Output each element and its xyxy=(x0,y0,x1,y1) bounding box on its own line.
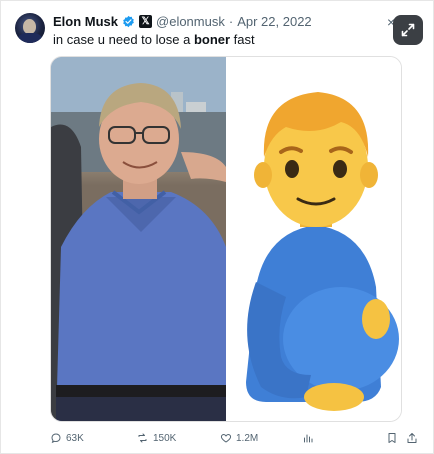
bookmark-button[interactable] xyxy=(386,429,398,447)
share-button[interactable] xyxy=(406,429,418,447)
pregnant-man-emoji xyxy=(226,57,401,421)
action-bar: 63K 150K 1.2M xyxy=(50,429,422,447)
expand-button[interactable] xyxy=(393,15,423,45)
repost-icon xyxy=(138,433,147,443)
views-button[interactable] xyxy=(302,429,314,447)
display-name[interactable]: Elon Musk xyxy=(53,14,118,29)
tweet-header: Elon Musk 𝕏 @elonmusk · Apr 22, 2022 xyxy=(53,12,312,30)
tweet-card: Elon Musk 𝕏 @elonmusk · Apr 22, 2022 × i… xyxy=(0,0,434,454)
reply-icon xyxy=(51,433,61,444)
tweet-date[interactable]: Apr 22, 2022 xyxy=(237,14,311,29)
tweet-text-part: fast xyxy=(230,32,255,47)
share-icon xyxy=(407,433,417,443)
verified-badge-icon xyxy=(122,15,135,28)
media-image[interactable] xyxy=(50,56,402,422)
heart-icon xyxy=(220,433,232,443)
like-count: 1.2M xyxy=(236,432,259,444)
tweet-text: in case u need to lose a boner fast xyxy=(53,32,255,47)
photo-left-panel xyxy=(51,57,226,421)
tweet-text-part: in case u need to lose a xyxy=(53,32,194,47)
bookmark-icon xyxy=(388,433,396,443)
avatar-face xyxy=(23,19,36,34)
expand-icon xyxy=(401,23,415,37)
reply-count: 63K xyxy=(66,432,84,444)
avatar-shirt xyxy=(18,33,42,43)
avatar[interactable] xyxy=(15,13,45,43)
separator-dot: · xyxy=(228,13,234,29)
handle[interactable]: @elonmusk xyxy=(156,14,225,29)
reply-button[interactable]: 63K xyxy=(50,429,84,447)
repost-button[interactable]: 150K xyxy=(136,429,176,447)
repost-count: 150K xyxy=(153,432,177,444)
x-logo-icon: 𝕏 xyxy=(139,14,153,28)
like-button[interactable]: 1.2M xyxy=(220,429,258,447)
views-icon xyxy=(304,434,313,443)
tweet-text-bold: boner xyxy=(193,32,231,47)
